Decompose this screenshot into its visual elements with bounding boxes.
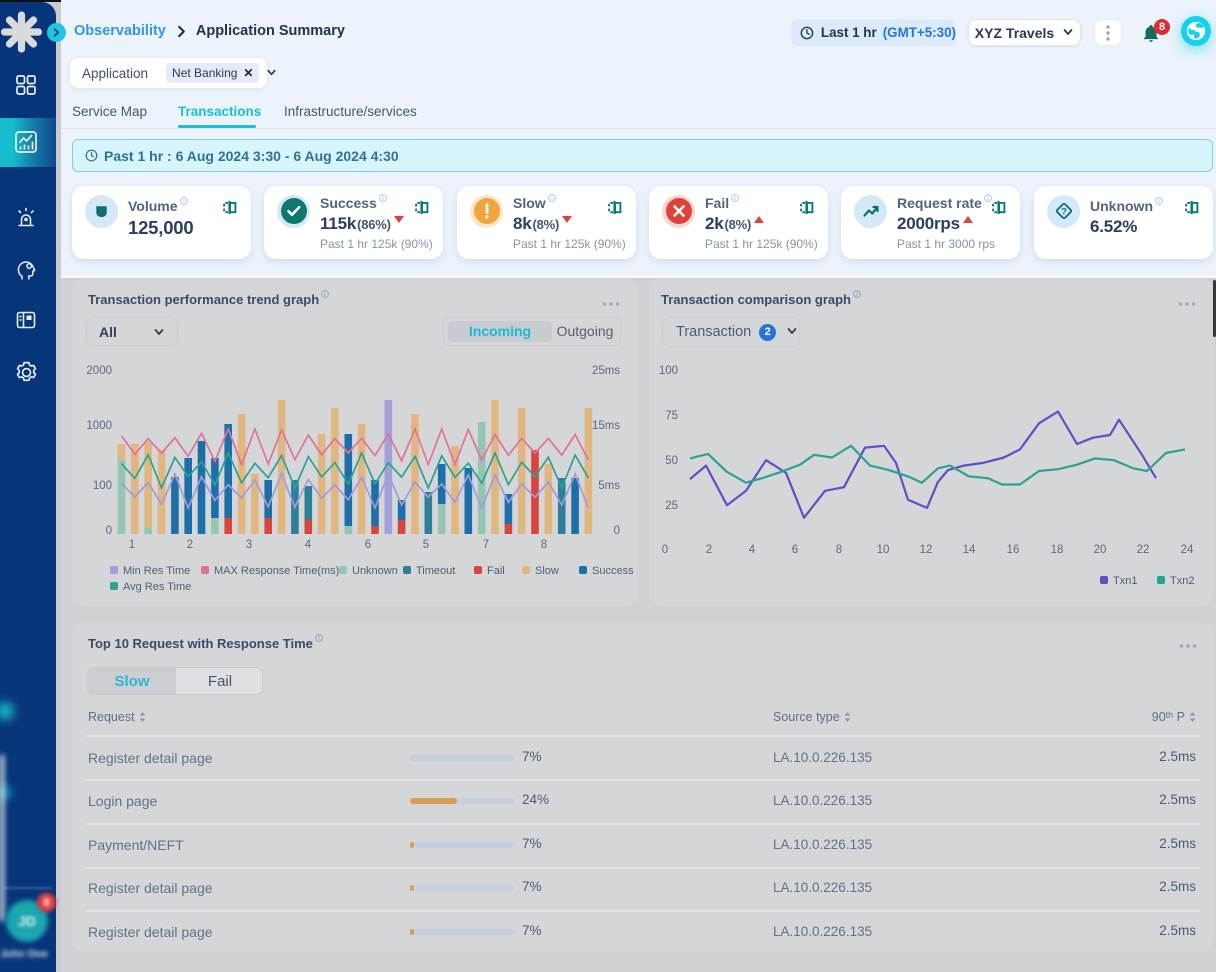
svg-text:?: ? — [1061, 206, 1067, 217]
